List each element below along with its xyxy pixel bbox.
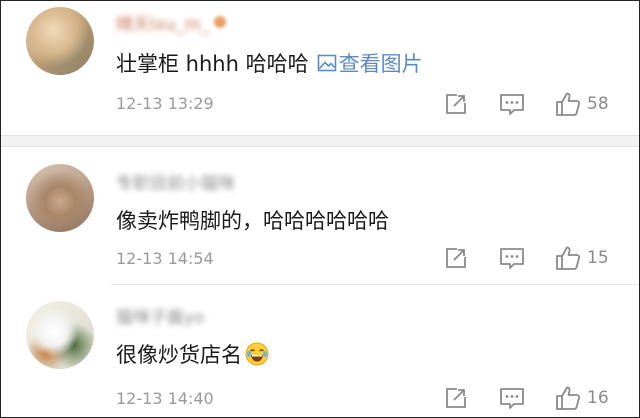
forward-button[interactable] [441, 386, 471, 410]
thumbs-up-icon [556, 246, 581, 270]
comment-body: 很像炒货店名 [116, 343, 242, 367]
username-text: 晴天Ixu_m_ [116, 14, 210, 35]
like-button[interactable]: 58 [555, 91, 609, 117]
comment-item: 专职目前小猫咪 像卖炸鸭脚的，哈哈哈哈哈哈 12-13 14:54 15 [1, 148, 639, 283]
like-button[interactable]: 16 [555, 385, 609, 411]
comment-actions: 15 [441, 243, 609, 273]
comment-list: 晴天Ixu_m_ 壮掌柜 hhhh 哈哈哈 查看图片 12-13 13:29 5… [0, 0, 640, 418]
reply-button[interactable] [497, 246, 527, 270]
image-icon [317, 54, 336, 72]
forward-icon [446, 248, 466, 268]
comment-item: 猫咪子酱yo 很像炒货店名 12-13 14:40 16 [1, 286, 639, 417]
timestamp: 12-13 14:54 [116, 249, 214, 268]
like-button[interactable]: 15 [555, 245, 609, 271]
avatar[interactable] [26, 7, 94, 75]
comment-text: 很像炒货店名 [116, 339, 269, 369]
comment-item: 晴天Ixu_m_ 壮掌柜 hhhh 哈哈哈 查看图片 12-13 13:29 5… [1, 1, 639, 133]
forward-icon [446, 388, 466, 408]
laughing-tears-emoji [245, 342, 269, 366]
reply-button[interactable] [497, 386, 527, 410]
comment-icon [500, 248, 524, 269]
timestamp: 12-13 13:29 [116, 94, 214, 113]
view-image-link[interactable]: 查看图片 [317, 48, 423, 78]
like-count: 58 [587, 94, 609, 114]
forward-icon [446, 94, 466, 114]
comment-icon [500, 388, 524, 409]
comment-actions: 16 [441, 383, 609, 413]
view-image-label: 查看图片 [338, 52, 423, 76]
thumbs-up-icon [556, 386, 581, 410]
username[interactable]: 晴天Ixu_m_ [116, 11, 227, 35]
forward-button[interactable] [441, 92, 471, 116]
comment-icon [500, 94, 524, 115]
avatar[interactable] [26, 301, 94, 369]
badge-icon [214, 16, 227, 28]
comment-body: 壮掌柜 hhhh 哈哈哈 [116, 52, 309, 76]
comment-text: 壮掌柜 hhhh 哈哈哈 查看图片 [116, 48, 423, 78]
comment-text: 像卖炸鸭脚的，哈哈哈哈哈哈 [116, 205, 389, 235]
username-text: 猫咪子酱yo [116, 307, 205, 328]
comment-actions: 58 [441, 89, 609, 119]
reply-button[interactable] [497, 92, 527, 116]
username[interactable]: 猫咪子酱yo [116, 304, 205, 328]
section-divider [1, 135, 639, 147]
thumbs-up-icon [556, 92, 581, 116]
like-count: 15 [587, 248, 609, 268]
username[interactable]: 专职目前小猫咪 [116, 170, 235, 194]
divider [111, 284, 639, 285]
username-text: 专职目前小猫咪 [116, 173, 235, 194]
timestamp: 12-13 14:40 [116, 389, 214, 408]
forward-button[interactable] [441, 246, 471, 270]
like-count: 16 [587, 388, 609, 408]
avatar[interactable] [26, 164, 94, 232]
comment-body: 像卖炸鸭脚的，哈哈哈哈哈哈 [116, 209, 389, 233]
